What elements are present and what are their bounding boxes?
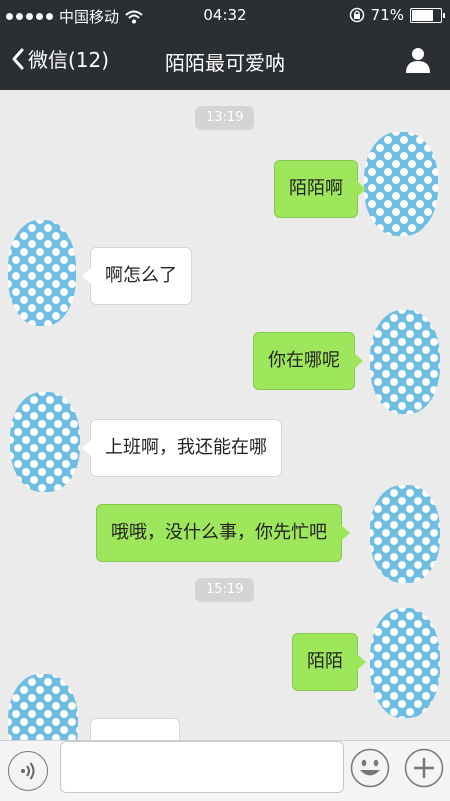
battery-fill	[412, 9, 434, 21]
contact-avatar[interactable]	[10, 392, 80, 492]
battery-percent: 71%	[370, 6, 404, 24]
message-bubble-sent[interactable]: 陌陌	[292, 633, 366, 691]
timestamp: 15:19	[195, 578, 255, 602]
plus-icon[interactable]	[404, 748, 444, 788]
message-input[interactable]	[60, 741, 344, 793]
status-right: 71%	[349, 6, 445, 24]
message-bubble-sent[interactable]: 你在哪呢	[253, 332, 363, 390]
chat-area[interactable]: 13:19 陌陌啊 啊怎么了 你在哪呢 上班啊，我还能在哪 哦哦，没什么事，你先…	[0, 90, 450, 740]
contact-avatar[interactable]	[8, 674, 78, 740]
message-bubble-sent[interactable]: 哦哦，没什么事，你先忙吧	[96, 504, 350, 562]
battery-icon	[410, 7, 445, 23]
message-bubble-received[interactable]	[82, 718, 180, 740]
my-avatar[interactable]	[370, 485, 440, 583]
my-avatar[interactable]	[364, 132, 438, 236]
voice-button[interactable]	[8, 751, 48, 791]
message-bubble-sent[interactable]: 陌陌啊	[274, 160, 366, 218]
chat-title: 陌陌最可爱呐	[165, 51, 285, 75]
contact-avatar[interactable]	[8, 220, 76, 326]
my-avatar[interactable]	[370, 310, 440, 414]
nav-bar: 微信(12) 陌陌最可爱呐	[0, 30, 450, 90]
timestamp: 13:19	[195, 106, 255, 130]
voice-icon	[21, 762, 35, 780]
input-bar	[0, 740, 450, 801]
smiley-icon[interactable]	[350, 748, 390, 788]
message-bubble-received[interactable]: 上班啊，我还能在哪	[82, 419, 282, 477]
person-icon[interactable]	[404, 46, 432, 74]
rotation-lock-icon	[349, 7, 364, 23]
message-bubble-received[interactable]: 啊怎么了	[82, 247, 192, 305]
status-bar: 中国移动 04:32 71%	[0, 0, 450, 30]
my-avatar[interactable]	[370, 608, 440, 718]
